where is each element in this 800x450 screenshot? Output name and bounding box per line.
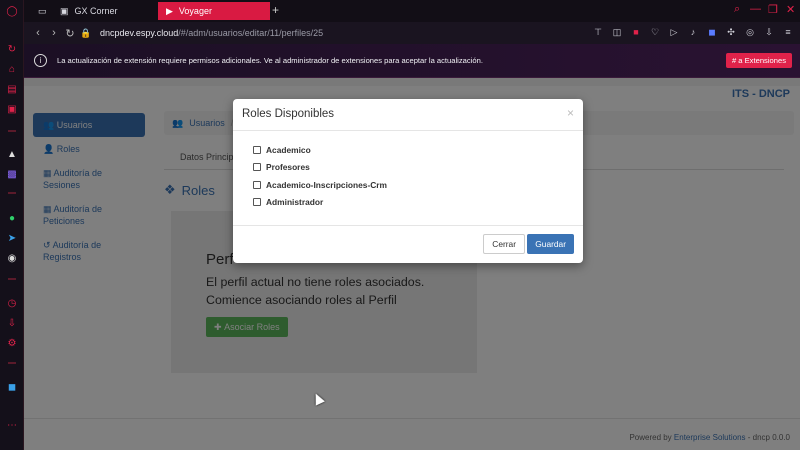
play-icon: ▶ <box>166 5 173 16</box>
modal-title: Roles Disponibles <box>242 108 335 120</box>
checkbox-academico[interactable] <box>253 145 261 154</box>
music-icon[interactable]: ♪ <box>687 26 699 38</box>
back-icon[interactable]: ‹ <box>30 27 46 39</box>
role-option[interactable]: Profesores <box>253 159 563 177</box>
history-sidebar-icon[interactable]: ◷ <box>5 296 19 310</box>
telegram-icon[interactable]: ➤ <box>5 231 19 245</box>
url-field[interactable]: dncpdev.espy.cloud/#/adm/usuarios/editar… <box>100 28 323 38</box>
checkbox-academico-inscripciones-crm[interactable] <box>253 180 261 189</box>
minimize-icon[interactable]: — <box>750 3 761 15</box>
opera-logo-icon[interactable]: ◯ <box>5 4 19 18</box>
download-icon[interactable]: ⇩ <box>5 316 19 330</box>
infobar-message: La actualización de extensión requiere p… <box>57 56 483 65</box>
new-tab-button[interactable]: + <box>272 3 279 17</box>
save-button[interactable]: Guardar <box>527 234 574 254</box>
browser-sidebar: ◯ ↻ ⌂ ▤ ▣ ▲ ▩ ● ➤ ◉ ◷ ⇩ ⚙ ◼ ⋯ <box>0 0 24 450</box>
restore-icon[interactable]: ❐ <box>768 3 778 16</box>
tab-bar: ▭ ▣ GX Corner ▶ Voyager + ⌕ — ❐ ✕ <box>24 0 800 22</box>
bitwarden-ext-icon[interactable]: ◼ <box>706 26 718 38</box>
aria-icon[interactable]: ▲ <box>5 147 19 161</box>
checkbox-profesores[interactable] <box>253 163 261 172</box>
close-window-icon[interactable]: ✕ <box>786 3 795 16</box>
pin-icon[interactable]: ⊤ <box>592 26 604 38</box>
whatsapp-icon[interactable]: ● <box>5 211 19 225</box>
close-icon[interactable]: × <box>567 106 574 120</box>
checkbox-administrador[interactable] <box>253 198 261 207</box>
extension-infobar: i La actualización de extensión requiere… <box>24 44 800 78</box>
tab-voyager[interactable]: ▶ Voyager <box>158 2 270 20</box>
download-toolbar-icon[interactable]: ⇩ <box>763 26 775 38</box>
gx-corner-tab-icon: ▣ <box>60 5 69 16</box>
extensions-icon[interactable]: ✣ <box>725 26 737 38</box>
extensions-button[interactable]: # a Extensiones <box>725 53 792 68</box>
camera-icon[interactable]: ◫ <box>611 26 623 38</box>
roles-list: Academico Profesores Academico-Inscripci… <box>233 131 583 226</box>
snapshot-icon[interactable]: ◎ <box>744 26 756 38</box>
lock-icon: 🔒 <box>80 27 92 38</box>
search-icon[interactable]: ⌕ <box>734 3 740 16</box>
tab-gx-corner-icon-btn[interactable]: ▭ <box>30 2 55 20</box>
info-icon: i <box>34 54 47 67</box>
gx-corner-icon[interactable]: ▤ <box>5 82 19 96</box>
discord-icon[interactable]: ◉ <box>5 251 19 265</box>
forward-icon[interactable]: › <box>46 27 62 39</box>
role-option[interactable]: Academico-Inscripciones-Crm <box>253 176 563 194</box>
web-page: ITS - DNCP 👥 Usuarios 👤 Roles ▦ Auditorí… <box>24 78 800 450</box>
gx-control-icon[interactable]: ↻ <box>5 42 19 56</box>
role-option[interactable]: Administrador <box>253 194 563 212</box>
settings-icon[interactable]: ⚙ <box>5 336 19 350</box>
bitwarden-icon[interactable]: ◼ <box>5 380 19 394</box>
tab-gx-corner[interactable]: ▣ GX Corner <box>52 2 126 20</box>
cancel-button[interactable]: Cerrar <box>483 234 525 254</box>
roles-modal: Roles Disponibles × Academico Profesores… <box>233 99 583 263</box>
reload-icon[interactable]: ↻ <box>62 27 78 40</box>
url-host: dncpdev.espy.cloud <box>100 28 179 38</box>
role-option[interactable]: Academico <box>253 141 563 159</box>
extension-red-icon[interactable]: ■ <box>630 26 642 38</box>
gx-cleaner-icon[interactable]: ⌂ <box>5 62 19 76</box>
twitch-icon[interactable]: ▩ <box>5 167 19 181</box>
gx-panel-icon[interactable]: ▣ <box>5 102 19 116</box>
url-path: /#/adm/usuarios/editar/11/perfiles/25 <box>178 28 324 38</box>
heart-icon[interactable]: ♡ <box>649 26 661 38</box>
menu-icon[interactable]: ≡ <box>782 26 794 38</box>
address-bar: ‹ › ↻ 🔒 dncpdev.espy.cloud/#/adm/usuario… <box>24 22 800 44</box>
gamepad-icon: ▭ <box>38 5 47 16</box>
gx-more-icon[interactable]: ⋯ <box>5 418 19 432</box>
play-outline-icon[interactable]: ▷ <box>668 26 680 38</box>
